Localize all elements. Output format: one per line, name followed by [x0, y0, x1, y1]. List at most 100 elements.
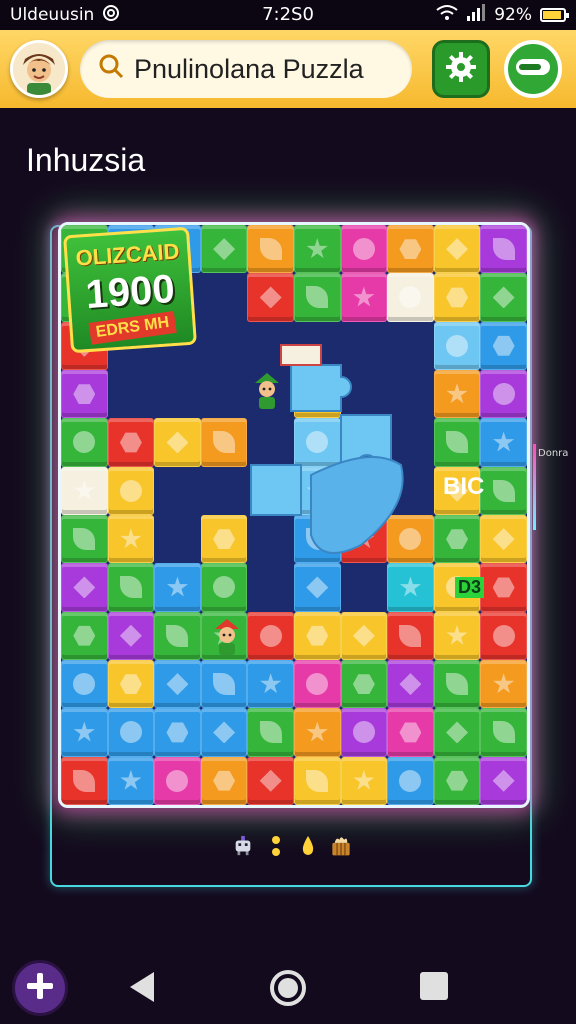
- loose-piece[interactable]: [310, 456, 404, 554]
- hex-icon: [399, 239, 422, 260]
- puzzle-tile[interactable]: [480, 756, 527, 805]
- puzzle-tile[interactable]: [480, 659, 527, 709]
- puzzle-tile[interactable]: [480, 369, 527, 419]
- puzzle-tile[interactable]: [107, 466, 155, 515]
- drop-icon[interactable]: [297, 835, 319, 857]
- puzzle-tile[interactable]: [107, 563, 155, 612]
- puzzle-tile[interactable]: [107, 659, 155, 709]
- puzzle-tile[interactable]: [387, 659, 434, 709]
- player-avatar[interactable]: [10, 40, 68, 98]
- star-icon: [120, 769, 142, 790]
- puzzle-tile[interactable]: [433, 659, 481, 709]
- leaf-icon: [213, 673, 236, 696]
- puzzle-tile[interactable]: [433, 225, 481, 274]
- puzzle-tile[interactable]: [293, 756, 341, 805]
- puzzle-tile[interactable]: [387, 756, 434, 805]
- puzzle-tile[interactable]: [480, 321, 527, 370]
- back-button[interactable]: [128, 970, 156, 1008]
- puzzle-tile[interactable]: [340, 659, 388, 709]
- puzzle-tile[interactable]: [433, 708, 481, 757]
- hex-icon: [73, 384, 96, 405]
- basket-icon[interactable]: [330, 835, 352, 857]
- puzzle-board[interactable]: OLIZCAID 1900 EDRS MH BIC D3: [58, 222, 530, 808]
- add-button[interactable]: [12, 960, 68, 1016]
- puzzle-tile[interactable]: [154, 708, 201, 757]
- recent-apps-button[interactable]: [420, 972, 448, 1000]
- puzzle-tile[interactable]: [61, 466, 108, 515]
- loose-piece[interactable]: [290, 364, 352, 412]
- puzzle-tile[interactable]: [480, 611, 527, 660]
- puzzle-tile[interactable]: [387, 273, 434, 322]
- puzzle-tile[interactable]: [293, 708, 341, 757]
- puzzle-tile[interactable]: [61, 514, 108, 564]
- puzzle-tile[interactable]: [247, 708, 294, 757]
- battery-fill: [543, 11, 561, 19]
- elf-character-icon: [215, 619, 239, 655]
- puzzle-tile[interactable]: [107, 756, 155, 805]
- gem-icon: [492, 286, 515, 309]
- puzzle-tile[interactable]: [61, 611, 108, 660]
- puzzle-tile[interactable]: [107, 514, 155, 564]
- puzzle-tile[interactable]: [61, 418, 108, 467]
- puzzle-tile[interactable]: [480, 514, 527, 564]
- loose-piece[interactable]: [280, 344, 322, 366]
- puzzle-tile[interactable]: [154, 659, 201, 709]
- puzzle-tile[interactable]: [61, 708, 108, 757]
- loose-pieces[interactable]: [161, 325, 461, 625]
- toggle-button[interactable]: [504, 40, 562, 98]
- puzzle-tile[interactable]: [293, 273, 341, 322]
- puzzle-tile[interactable]: [247, 273, 294, 322]
- puzzle-tile[interactable]: [293, 659, 341, 709]
- toggle-icon: [515, 56, 551, 82]
- robot-icon[interactable]: [232, 835, 254, 857]
- puzzle-tile[interactable]: [480, 563, 527, 612]
- puzzle-tile[interactable]: [340, 756, 388, 805]
- puzzle-tile[interactable]: [433, 273, 481, 322]
- puzzle-tile[interactable]: [340, 273, 388, 322]
- leaf-icon: [492, 479, 515, 502]
- puzzle-tile[interactable]: [200, 225, 248, 274]
- hex-icon: [492, 335, 515, 356]
- leaf-icon: [399, 624, 422, 647]
- puzzle-tile[interactable]: [387, 708, 434, 757]
- hex-icon: [119, 432, 142, 453]
- puzzle-tile[interactable]: [247, 659, 294, 709]
- puzzle-tile[interactable]: [200, 756, 248, 805]
- empty-slot[interactable]: [108, 370, 155, 418]
- puzzle-tile[interactable]: [340, 708, 388, 757]
- puzzle-tile[interactable]: [340, 225, 388, 274]
- settings-button[interactable]: [432, 40, 490, 98]
- search-bar[interactable]: Pnulinolana Puzzla: [80, 40, 412, 98]
- home-button[interactable]: [270, 970, 306, 1006]
- loose-piece[interactable]: [250, 464, 302, 516]
- puzzle-tile[interactable]: [61, 369, 108, 419]
- puzzle-tile[interactable]: [293, 225, 341, 274]
- puzzle-tile[interactable]: [200, 659, 248, 709]
- puzzle-tile[interactable]: [107, 418, 155, 467]
- hex-icon: [306, 625, 329, 646]
- puzzle-tile[interactable]: [480, 466, 527, 515]
- dots-icon[interactable]: [265, 835, 287, 857]
- gem-icon: [119, 624, 142, 647]
- puzzle-tile[interactable]: [387, 225, 434, 274]
- puzzle-tile[interactable]: [433, 756, 481, 805]
- gem-icon: [213, 721, 236, 744]
- star-icon: [120, 528, 142, 549]
- puzzle-tile[interactable]: [200, 708, 248, 757]
- circle-icon: [73, 431, 96, 454]
- puzzle-tile[interactable]: [480, 708, 527, 757]
- puzzle-tile[interactable]: [480, 225, 527, 274]
- star-icon: [260, 673, 282, 694]
- puzzle-tile[interactable]: [61, 659, 108, 709]
- puzzle-tile[interactable]: [480, 273, 527, 322]
- puzzle-tile[interactable]: [247, 756, 294, 805]
- puzzle-tile[interactable]: [247, 225, 294, 274]
- star-icon: [73, 479, 95, 500]
- puzzle-tile[interactable]: [154, 756, 201, 805]
- puzzle-tile[interactable]: [107, 611, 155, 660]
- puzzle-tile[interactable]: [61, 756, 108, 805]
- puzzle-tile[interactable]: [107, 708, 155, 757]
- empty-slot[interactable]: [201, 273, 248, 321]
- puzzle-tile[interactable]: [61, 563, 108, 612]
- puzzle-tile[interactable]: [480, 418, 527, 467]
